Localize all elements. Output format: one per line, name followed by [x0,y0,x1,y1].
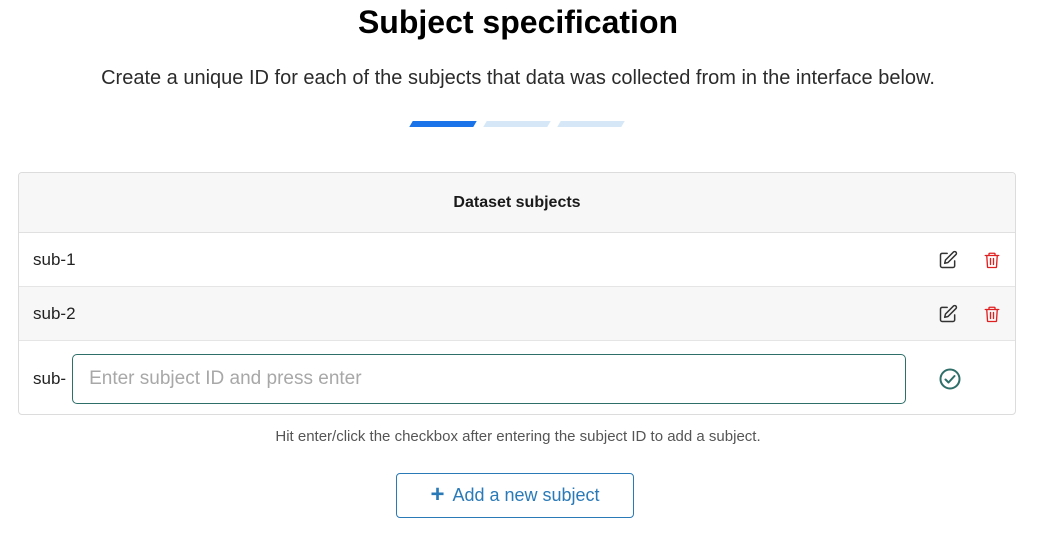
edit-icon[interactable] [937,303,959,325]
page-title: Subject specification [357,4,679,40]
subjects-table: Dataset subjects sub-1 sub-2 sub- Enter … [18,172,1016,415]
subject-prefix: sub- [33,369,67,388]
step-1-indicator [409,121,477,127]
helper-text: Hit enter/click the checkbox after enter… [275,428,761,445]
check-circle-icon[interactable] [938,367,962,391]
step-3-indicator [557,121,625,127]
row-actions [937,287,1003,340]
new-subject-row: sub- [19,341,1015,414]
row-actions [937,233,1003,286]
trash-icon[interactable] [981,249,1003,271]
step-2-indicator [483,121,551,127]
plus-icon: + [430,480,445,508]
add-subject-button[interactable]: + Add a new subject [396,473,634,518]
table-row: sub-2 [19,287,1015,341]
page: Subject specification Create a unique ID… [0,0,1049,537]
add-subject-label: Add a new subject [452,485,600,505]
table-header: Dataset subjects [19,173,1015,233]
subject-label: sub-2 [33,303,76,323]
trash-icon[interactable] [981,303,1003,325]
subject-label: sub-1 [33,249,76,269]
subject-id-input[interactable] [72,354,907,404]
table-row: sub-1 [19,233,1015,287]
progress-stepper [409,121,625,127]
edit-icon[interactable] [937,249,959,271]
page-subtitle: Create a unique ID for each of the subje… [101,67,935,89]
